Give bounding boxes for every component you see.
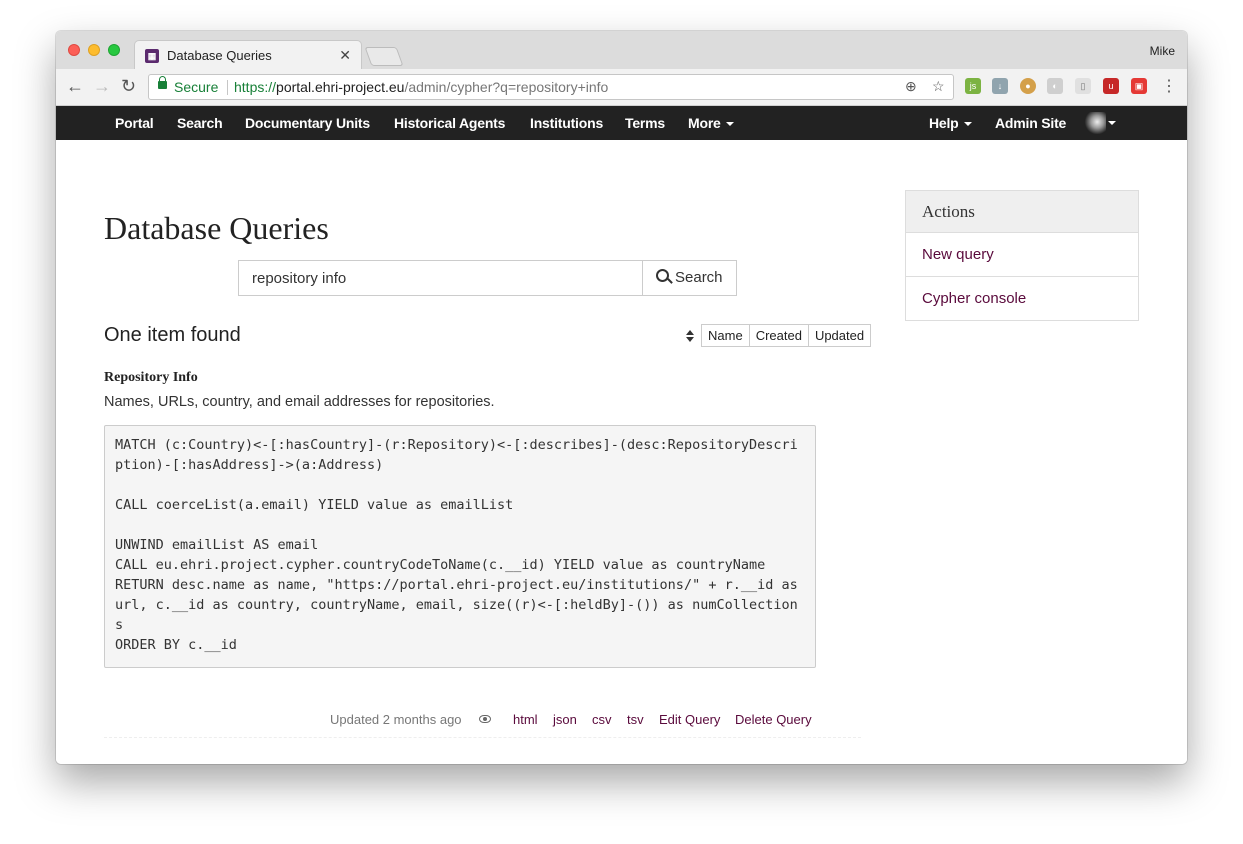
new-tab-button[interactable]: [364, 47, 404, 66]
js-extension-icon[interactable]: js: [965, 78, 981, 94]
site-navbar: Portal Search Documentary Units Historic…: [56, 106, 1187, 140]
secure-label: Secure: [174, 79, 219, 95]
nav-search[interactable]: Search: [177, 115, 223, 131]
download-extension-icon[interactable]: ↓: [992, 78, 1008, 94]
nav-portal[interactable]: Portal: [115, 115, 154, 131]
nav-terms[interactable]: Terms: [625, 115, 665, 131]
address-separator: [227, 80, 228, 95]
browser-window: ▦ Database Queries ✕ Mike ← → ↻ Secure h…: [56, 31, 1187, 764]
edit-query-link[interactable]: Edit Query: [659, 712, 720, 727]
close-tab-icon[interactable]: ✕: [339, 47, 351, 64]
search-button[interactable]: Search: [642, 260, 737, 296]
forward-arrow-icon[interactable]: →: [93, 76, 111, 97]
download-csv-link[interactable]: csv: [592, 712, 612, 727]
tab-title: Database Queries: [167, 48, 272, 63]
browser-toolbar: ← → ↻ Secure https://portal.ehri-project…: [56, 69, 1187, 106]
page-extension-icon[interactable]: ▯: [1075, 78, 1091, 94]
bookmark-star-icon[interactable]: ☆: [932, 78, 945, 95]
ublock-extension-icon[interactable]: u: [1103, 78, 1119, 94]
actions-panel: Actions New query Cypher console: [905, 190, 1139, 321]
maximize-window-button[interactable]: [108, 44, 120, 56]
browser-tab[interactable]: ▦ Database Queries ✕: [134, 40, 362, 70]
results-heading: One item found: [104, 324, 241, 346]
query-code-block: MATCH (c:Country)<-[:hasCountry]-(r:Repo…: [104, 425, 816, 668]
query-description: Names, URLs, country, and email addresse…: [104, 394, 495, 410]
nav-more-label: More: [688, 115, 721, 131]
download-json-link[interactable]: json: [553, 712, 577, 727]
red-extension-icon[interactable]: ▣: [1131, 78, 1147, 94]
browser-menu-icon[interactable]: ⋮: [1161, 76, 1177, 96]
sort-options: Name Created Updated: [701, 324, 872, 347]
user-avatar[interactable]: [1084, 112, 1106, 134]
sort-by-updated-button[interactable]: Updated: [807, 325, 870, 346]
zoom-icon[interactable]: ⊕: [905, 78, 917, 95]
url-scheme: https://: [234, 79, 277, 95]
close-window-button[interactable]: [68, 44, 80, 56]
sort-by-name-button[interactable]: Name: [702, 325, 749, 346]
nav-help-label: Help: [929, 115, 959, 131]
reload-icon[interactable]: ↻: [121, 76, 136, 97]
updated-timestamp: Updated 2 months ago: [330, 712, 462, 727]
profile-name[interactable]: Mike: [1150, 44, 1175, 58]
ehri-favicon-icon: ▦: [145, 49, 159, 63]
nav-historical-agents[interactable]: Historical Agents: [394, 115, 505, 131]
minimize-window-button[interactable]: [88, 44, 100, 56]
download-tsv-link[interactable]: tsv: [627, 712, 644, 727]
url-path: /admin/cypher?q=repository+info: [404, 79, 609, 95]
tab-bar: ▦ Database Queries ✕ Mike: [56, 31, 1187, 70]
actions-heading: Actions: [906, 191, 1138, 233]
nav-institutions[interactable]: Institutions: [530, 115, 603, 131]
new-query-link[interactable]: New query: [906, 233, 1138, 277]
sort-icon: [686, 330, 694, 342]
nav-admin-site[interactable]: Admin Site: [995, 115, 1066, 131]
lock-icon: [158, 76, 167, 89]
eye-icon: [479, 715, 491, 723]
nav-documentary-units[interactable]: Documentary Units: [245, 115, 370, 131]
page-title: Database Queries: [104, 210, 329, 246]
url-host: portal.ehri-project.eu: [276, 79, 405, 95]
result-divider: [104, 737, 861, 738]
caret-down-icon[interactable]: [1108, 121, 1116, 125]
cookie-extension-icon[interactable]: ●: [1020, 78, 1036, 94]
delete-query-link[interactable]: Delete Query: [735, 712, 812, 727]
page-content: Database Queries Search One item found N…: [56, 140, 1187, 764]
search-input[interactable]: [238, 260, 643, 296]
sort-by-created-button[interactable]: Created: [748, 325, 808, 346]
caret-down-icon: [725, 122, 734, 127]
url-text[interactable]: https://portal.ehri-project.eu/admin/cyp…: [234, 79, 608, 95]
nav-more-dropdown[interactable]: More: [688, 115, 734, 131]
search-icon: [656, 269, 669, 282]
extension-icon[interactable]: ◐: [1047, 78, 1063, 94]
search-button-label: Search: [675, 269, 723, 286]
back-arrow-icon[interactable]: ←: [66, 76, 84, 97]
cypher-console-link[interactable]: Cypher console: [906, 277, 1138, 321]
query-title: Repository Info: [104, 370, 198, 385]
nav-help-dropdown[interactable]: Help: [929, 115, 972, 131]
address-bar[interactable]: Secure https://portal.ehri-project.eu/ad…: [148, 74, 954, 100]
caret-down-icon: [963, 122, 972, 127]
download-html-link[interactable]: html: [513, 712, 538, 727]
